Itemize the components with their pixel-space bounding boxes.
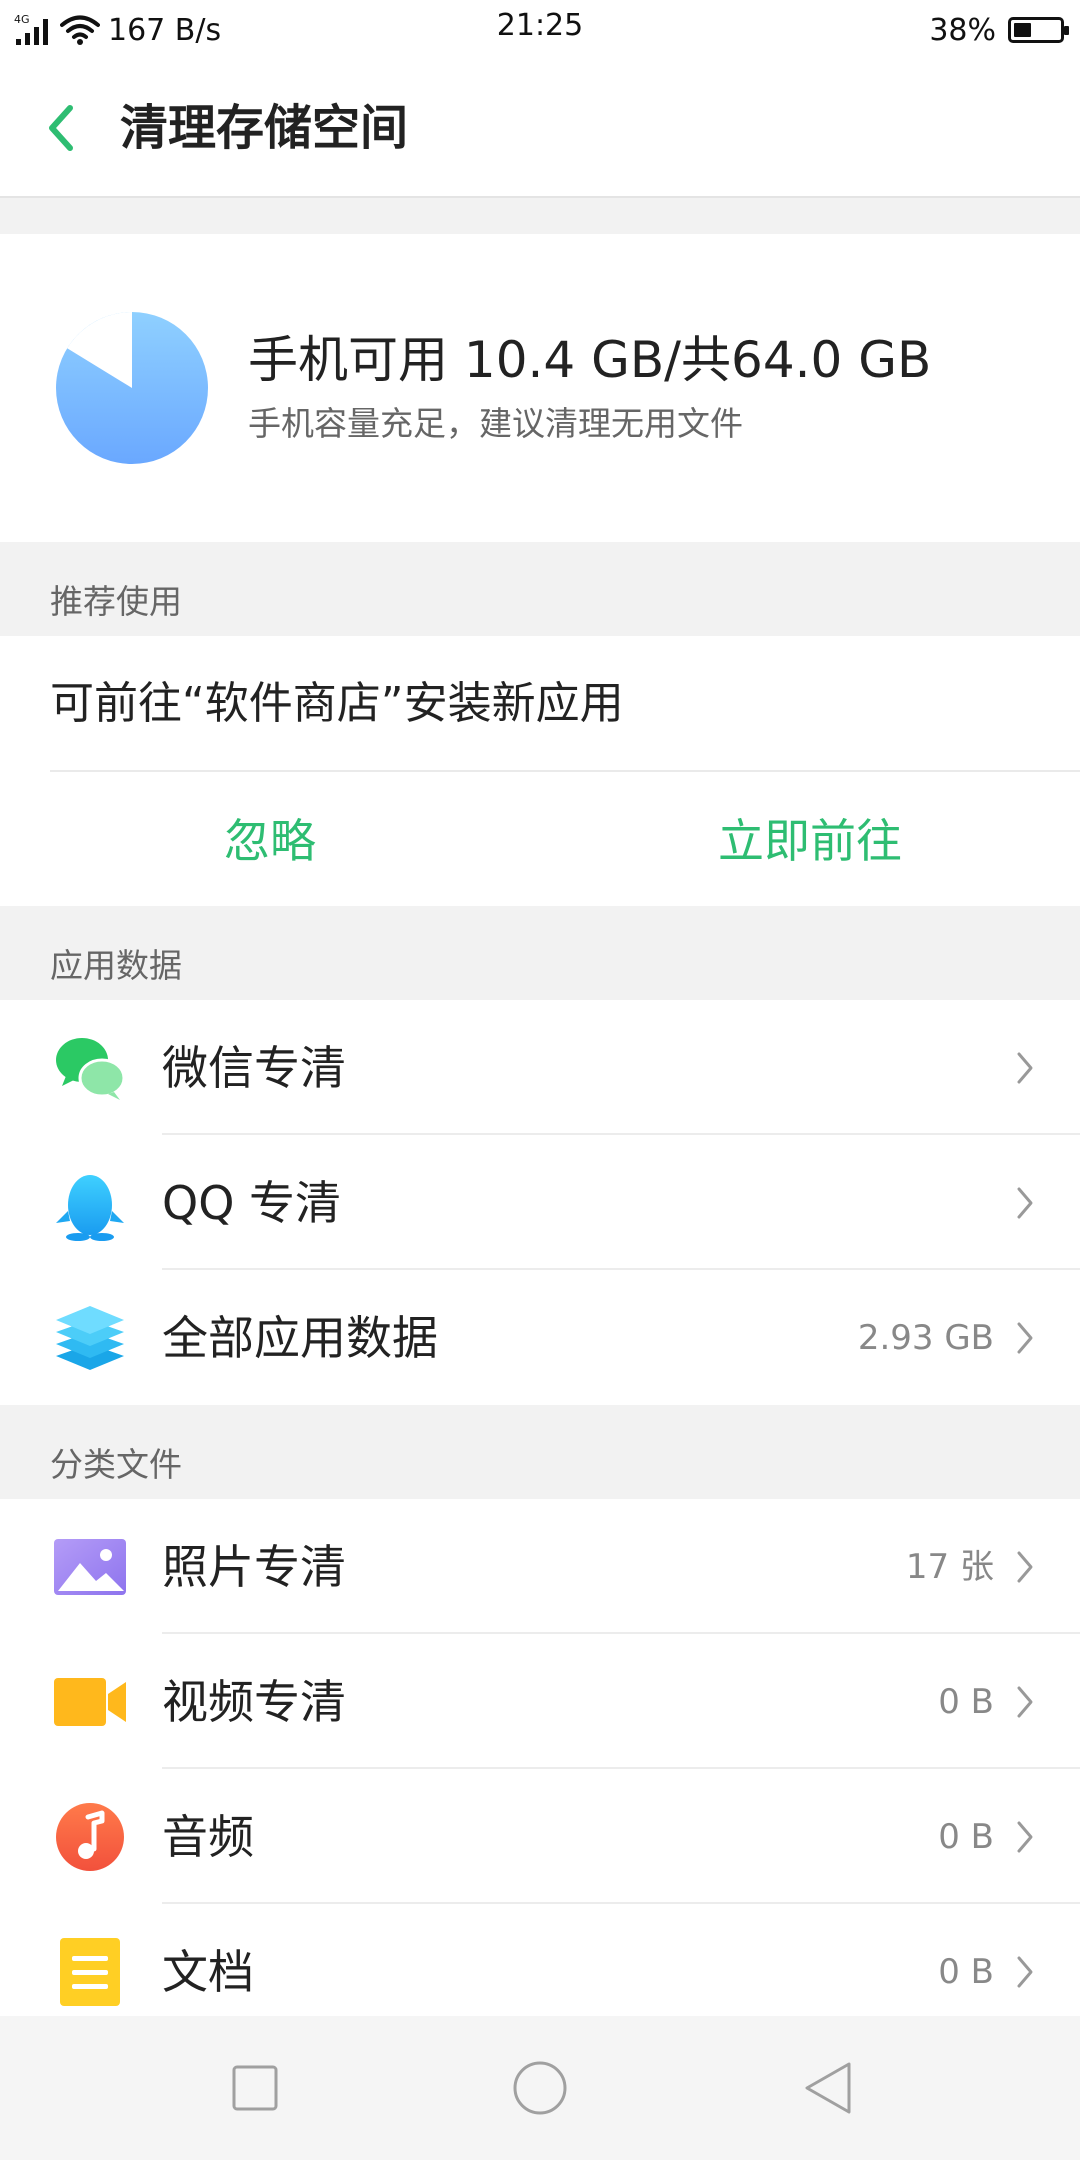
ignore-button[interactable]: 忽略 — [0, 770, 540, 906]
chevron-right-icon — [1017, 1686, 1033, 1718]
category-files-list: 照片专清 17 张 视频专清 0 B 音频 0 B 文档 0 B — [0, 1499, 1080, 2016]
list-item-label: 文档 — [162, 1945, 254, 1999]
chevron-left-icon[interactable] — [40, 100, 84, 156]
go-now-button[interactable]: 立即前往 — [540, 770, 1080, 906]
photo-icon — [54, 1539, 126, 1595]
storage-pie-chart — [56, 312, 208, 464]
app-data-list: 微信专清 QQ 专清 全部应用数据 2.93 GB — [0, 1000, 1080, 1405]
chevron-right-icon — [1017, 1956, 1033, 1988]
chevron-right-icon — [1017, 1187, 1033, 1219]
list-item-audio[interactable]: 音频 0 B — [0, 1769, 1080, 1904]
app-header: 清理存储空间 — [0, 60, 1080, 198]
storage-summary-card: 手机可用 10.4 GB/共64.0 GB 手机容量充足，建议清理无用文件 — [0, 234, 1080, 542]
battery-percent: 38% — [929, 12, 996, 48]
list-item-label: 全部应用数据 — [162, 1311, 438, 1365]
section-label: 推荐使用 — [50, 582, 182, 621]
list-item-label: 音频 — [162, 1810, 254, 1864]
list-item-value: 17 张 — [905, 1547, 994, 1587]
list-item-label: 微信专清 — [162, 1041, 346, 1095]
list-item-label: 照片专清 — [162, 1540, 346, 1594]
list-item-all-app-data[interactable]: 全部应用数据 2.93 GB — [0, 1270, 1080, 1405]
status-bar: 4G 167 B/s 21:25 38% — [0, 0, 1080, 60]
list-item-value: 0 B — [938, 1682, 994, 1722]
list-item-value: 2.93 GB — [857, 1318, 994, 1358]
battery-level-fill — [1014, 23, 1031, 37]
section-header-recommend: 推荐使用 — [0, 542, 1080, 636]
chevron-right-icon — [1017, 1322, 1033, 1354]
section-header-category-files: 分类文件 — [0, 1405, 1080, 1499]
music-note-icon — [56, 1803, 124, 1871]
list-item-qq-clean[interactable]: QQ 专清 — [0, 1135, 1080, 1270]
home-circle-icon[interactable] — [504, 2052, 576, 2124]
storage-summary-text: 手机可用 10.4 GB/共64.0 GB — [248, 331, 932, 389]
list-item-label: QQ 专清 — [162, 1176, 342, 1230]
list-item-wechat-clean[interactable]: 微信专清 — [0, 1000, 1080, 1135]
list-item-photo-clean[interactable]: 照片专清 17 张 — [0, 1499, 1080, 1634]
recommend-card: 可前往“软件商店”安装新应用 忽略 立即前往 — [0, 636, 1080, 906]
chevron-right-icon — [1017, 1821, 1033, 1853]
wechat-icon — [56, 1038, 126, 1100]
chevron-right-icon — [1017, 1052, 1033, 1084]
recents-square-icon[interactable] — [219, 2052, 291, 2124]
section-header-app-data: 应用数据 — [0, 906, 1080, 1000]
clock: 21:25 — [496, 8, 584, 43]
list-item-label: 视频专清 — [162, 1675, 346, 1729]
section-label: 分类文件 — [50, 1445, 182, 1484]
list-item-value: 0 B — [938, 1817, 994, 1857]
list-item-documents[interactable]: 文档 0 B — [0, 1904, 1080, 2016]
list-item-video-clean[interactable]: 视频专清 0 B — [0, 1634, 1080, 1769]
video-camera-icon — [54, 1678, 126, 1726]
back-triangle-icon[interactable] — [793, 2052, 865, 2124]
list-item-value: 0 B — [938, 1952, 994, 1992]
recommend-text: 可前往“软件商店”安装新应用 — [50, 678, 624, 729]
status-right: 38% — [929, 8, 1069, 52]
section-label: 应用数据 — [50, 946, 182, 985]
system-nav-bar — [0, 2016, 1080, 2160]
qq-penguin-icon — [56, 1175, 124, 1241]
chevron-right-icon — [1017, 1551, 1033, 1583]
document-icon — [60, 1938, 120, 2006]
layers-icon — [56, 1306, 124, 1370]
page-title: 清理存储空间 — [120, 100, 409, 156]
storage-subtitle: 手机容量充足，建议清理无用文件 — [248, 404, 743, 443]
battery-icon — [1008, 17, 1069, 43]
